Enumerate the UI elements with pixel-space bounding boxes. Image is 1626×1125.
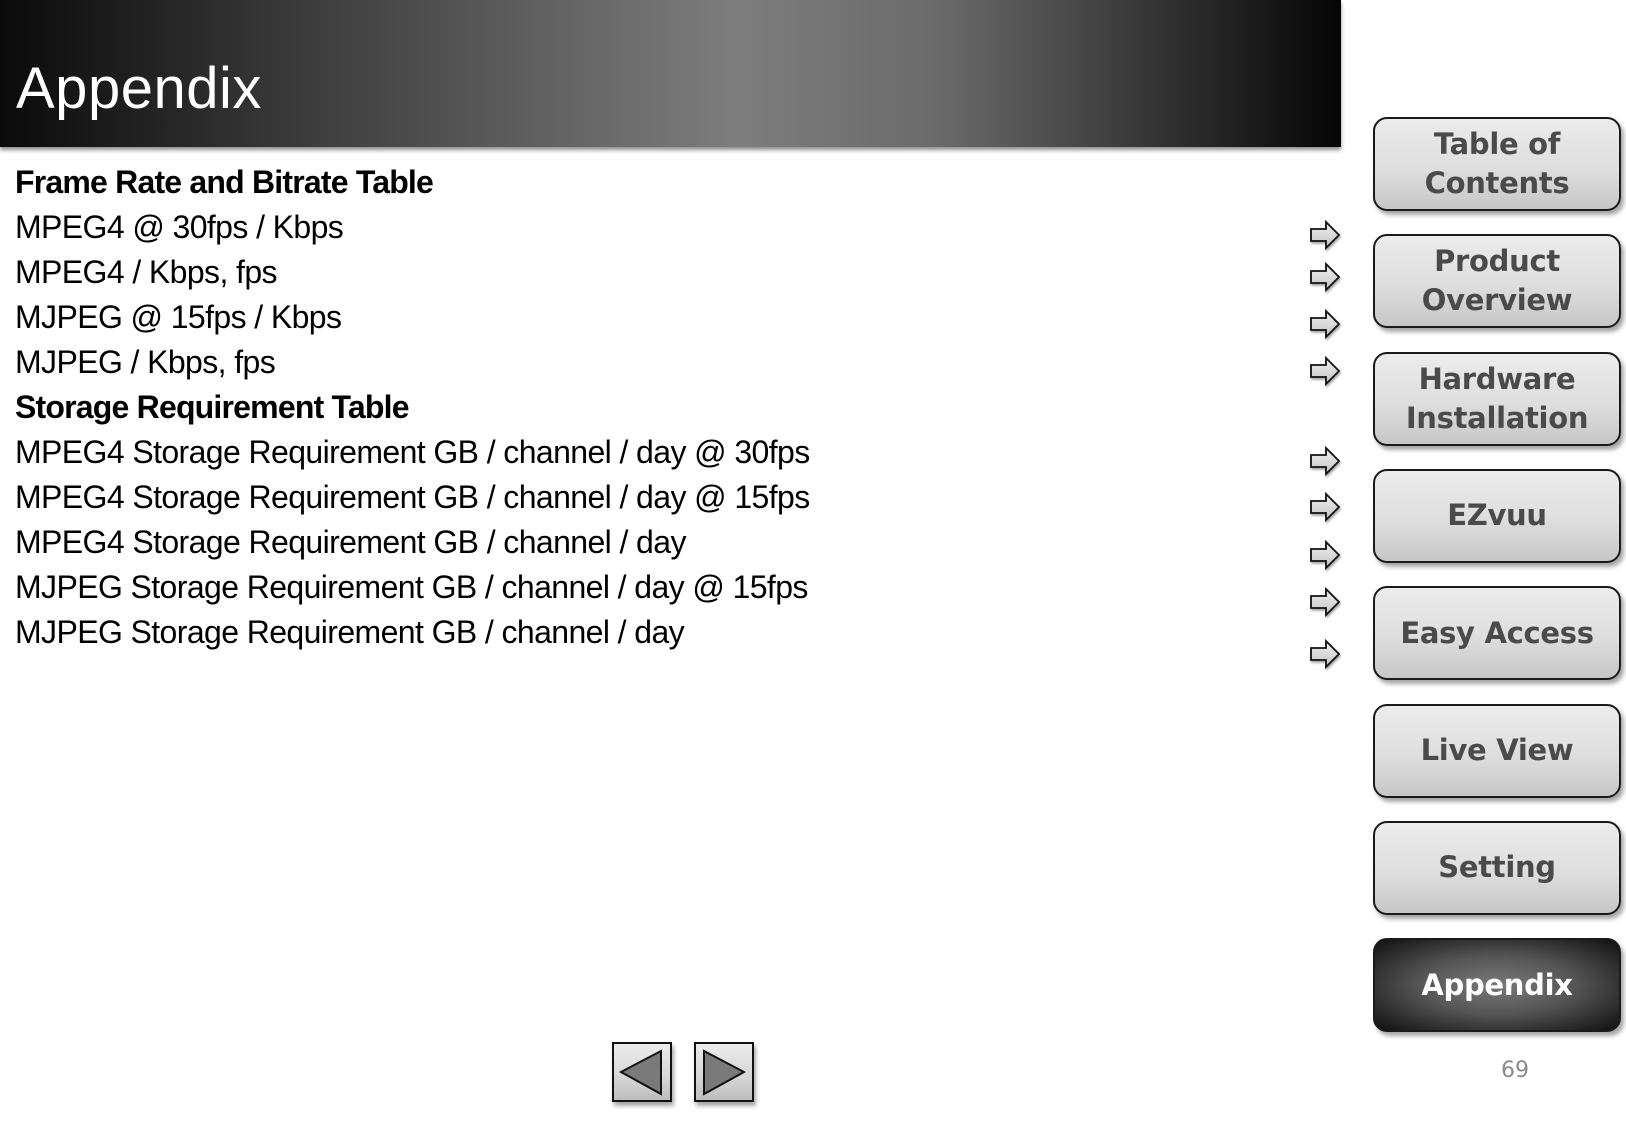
link-text[interactable]: MJPEG @ 15fps / Kbps xyxy=(15,299,342,335)
right-arrow-icon[interactable] xyxy=(1309,355,1341,387)
nav-button-label: Table of Contents xyxy=(1425,125,1570,203)
nav-button-setting[interactable]: Setting xyxy=(1373,820,1621,915)
link-mpeg4-storage[interactable]: MPEG4 Storage Requirement GB / channel /… xyxy=(15,520,1215,565)
link-mjpeg-storage[interactable]: MJPEG Storage Requirement GB / channel /… xyxy=(15,610,1215,655)
page-title: Appendix xyxy=(16,56,262,121)
link-text[interactable]: MPEG4 Storage Requirement GB / channel /… xyxy=(15,524,686,560)
nav-label-line1: EZvuu xyxy=(1447,498,1547,533)
page-number: 69 xyxy=(1501,1058,1529,1083)
nav-label-line1: Easy Access xyxy=(1400,615,1594,650)
appendix-contents: Frame Rate and Bitrate Table MPEG4 @ 30f… xyxy=(15,160,1215,655)
previous-page-button[interactable] xyxy=(612,1042,672,1102)
link-text[interactable]: MJPEG Storage Requirement GB / channel /… xyxy=(15,569,808,605)
link-text[interactable]: MPEG4 Storage Requirement GB / channel /… xyxy=(15,479,810,515)
link-mjpeg-15fps-kbps[interactable]: MJPEG @ 15fps / Kbps xyxy=(15,295,1215,340)
nav-button-label: Setting xyxy=(1438,848,1556,887)
nav-label-line2: Overview xyxy=(1421,283,1573,318)
link-mpeg4-storage-30fps[interactable]: MPEG4 Storage Requirement GB / channel /… xyxy=(15,430,1215,475)
nav-label-line1: Table of xyxy=(1433,127,1561,161)
right-arrow-icon[interactable] xyxy=(1309,638,1341,670)
right-arrow-icon[interactable] xyxy=(1309,219,1341,251)
link-mpeg4-kbps-fps[interactable]: MPEG4 / Kbps, fps xyxy=(15,250,1215,295)
nav-label-line1: Appendix xyxy=(1421,967,1573,1002)
link-text[interactable]: MJPEG Storage Requirement GB / channel /… xyxy=(15,614,685,650)
link-text[interactable]: MJPEG / Kbps, fps xyxy=(15,344,276,380)
right-arrow-icon[interactable] xyxy=(1309,445,1341,477)
triangle-right-icon xyxy=(703,1049,747,1096)
link-mjpeg-storage-15fps[interactable]: MJPEG Storage Requirement GB / channel /… xyxy=(15,565,1215,610)
nav-button-label: Easy Access xyxy=(1400,614,1594,653)
nav-button-appendix[interactable]: Appendix xyxy=(1373,938,1621,1033)
nav-button-easy-access[interactable]: Easy Access xyxy=(1373,586,1621,681)
right-arrow-icon[interactable] xyxy=(1309,308,1341,340)
nav-button-product-overview[interactable]: Product Overview xyxy=(1373,234,1621,329)
section-heading-storage: Storage Requirement Table xyxy=(15,389,410,425)
page-header: Appendix xyxy=(0,0,1341,147)
next-page-button[interactable] xyxy=(694,1042,754,1102)
nav-label-line2: Contents xyxy=(1424,166,1570,200)
link-text[interactable]: MPEG4 Storage Requirement GB / channel /… xyxy=(15,434,810,470)
nav-label-line1: Setting xyxy=(1438,850,1556,885)
nav-button-label: Live View xyxy=(1421,731,1574,770)
nav-button-hardware-installation[interactable]: Hardware Installation xyxy=(1373,351,1621,446)
nav-button-label: Hardware Installation xyxy=(1405,360,1589,438)
nav-button-table-of-contents[interactable]: Table of Contents xyxy=(1373,117,1621,211)
right-arrow-icon[interactable] xyxy=(1309,586,1341,618)
link-text[interactable]: MPEG4 / Kbps, fps xyxy=(15,254,278,290)
nav-button-label: Appendix xyxy=(1421,966,1573,1005)
nav-button-ezvuu[interactable]: EZvuu xyxy=(1373,468,1621,563)
nav-button-label: Product Overview xyxy=(1421,242,1573,320)
link-mpeg4-storage-15fps[interactable]: MPEG4 Storage Requirement GB / channel /… xyxy=(15,475,1215,520)
nav-button-live-view[interactable]: Live View xyxy=(1373,703,1621,798)
section-heading-frame-rate: Frame Rate and Bitrate Table xyxy=(15,164,434,200)
link-mjpeg-kbps-fps[interactable]: MJPEG / Kbps, fps xyxy=(15,340,1215,385)
nav-label-line1: Product xyxy=(1434,244,1560,279)
right-arrow-icon[interactable] xyxy=(1309,539,1341,571)
nav-button-label: EZvuu xyxy=(1447,496,1547,535)
link-mpeg4-30fps-kbps[interactable]: MPEG4 @ 30fps / Kbps xyxy=(15,205,1215,250)
nav-label-line1: Live View xyxy=(1420,733,1574,767)
nav-label-line2: Installation xyxy=(1405,400,1589,435)
right-arrow-icon[interactable] xyxy=(1309,261,1341,293)
link-text[interactable]: MPEG4 @ 30fps / Kbps xyxy=(15,209,344,245)
triangle-left-icon xyxy=(618,1049,662,1096)
right-arrow-icon[interactable] xyxy=(1309,491,1341,523)
nav-label-line1: Hardware xyxy=(1418,361,1576,396)
